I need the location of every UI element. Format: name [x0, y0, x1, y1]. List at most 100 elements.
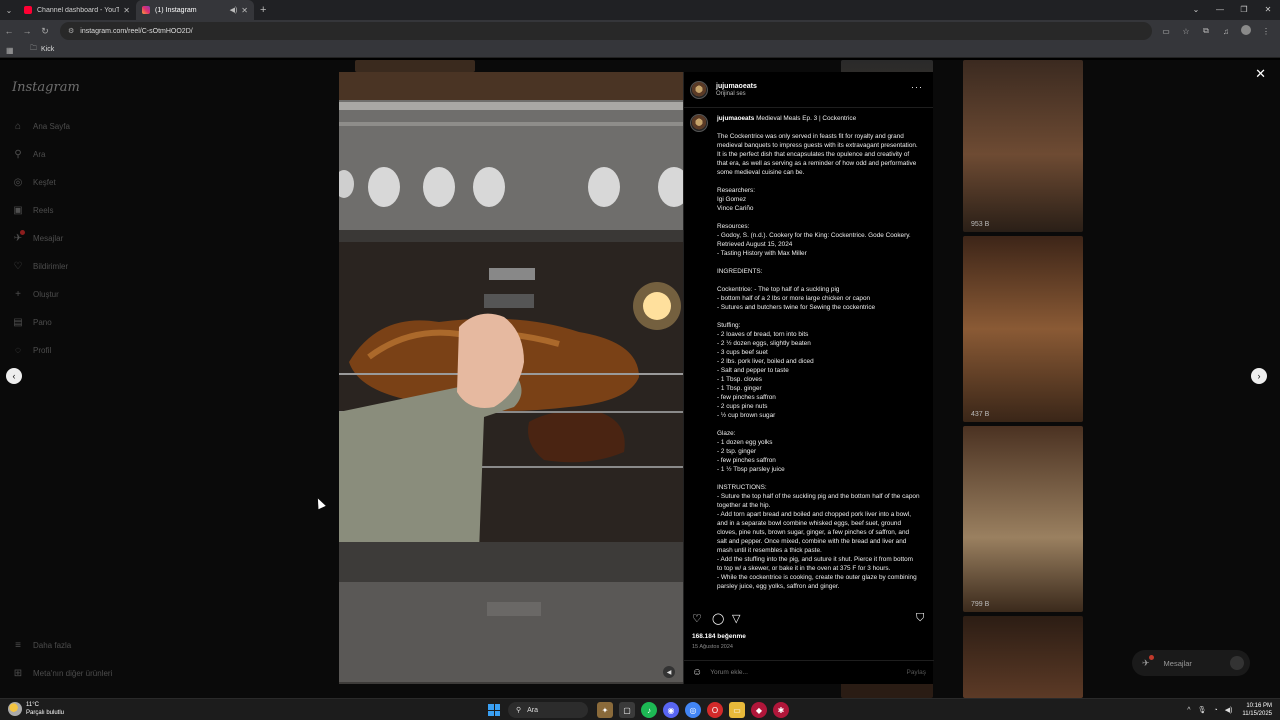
emoji-icon[interactable]: ☺ — [692, 667, 702, 678]
restore-icon[interactable]: ❐ — [1232, 0, 1256, 20]
site-info-icon[interactable]: ⚙ — [68, 27, 74, 35]
youtube-favicon-icon — [24, 6, 32, 14]
weather-widget[interactable]: 11°C Parçalı bulutlu — [8, 701, 64, 717]
file-explorer-icon[interactable]: ▭ — [729, 702, 745, 718]
tab-youtube[interactable]: Channel dashboard - YouTube ✕ — [18, 0, 136, 20]
previous-post-button[interactable]: ‹ — [6, 368, 22, 384]
comment-bar: ☺ Yorum ekle... Paylaş — [684, 660, 934, 684]
sidebar-item-explore[interactable]: ◎ Keşfet — [12, 174, 56, 190]
minimize-icon[interactable]: — — [1208, 0, 1232, 20]
caption-scroll-area[interactable]: jujumaoeats Medieval Meals Ep. 3 | Cocke… — [690, 114, 926, 604]
heart-icon: ♡ — [13, 260, 23, 272]
close-window-icon[interactable]: ✕ — [1256, 0, 1280, 20]
media-icon[interactable]: ♫ — [1216, 27, 1236, 36]
post-username[interactable]: jujumaoeats — [716, 83, 757, 90]
network-icon[interactable]: ◔ — [1213, 707, 1217, 714]
volume-icon[interactable]: ◀) — [1225, 706, 1233, 714]
background-thumb[interactable] — [963, 616, 1083, 698]
spotify-icon[interactable]: ♪ — [641, 702, 657, 718]
background-thumb[interactable]: 799 B — [963, 426, 1083, 612]
tab-close-icon[interactable]: ✕ — [241, 6, 248, 15]
windows-start-icon[interactable] — [488, 704, 500, 716]
comment-icon[interactable]: ◯ — [712, 612, 724, 625]
sidebar-item-meta[interactable]: ⊞ Meta'nın diğer ürünleri — [12, 665, 113, 681]
reel-video[interactable]: ◀ — [339, 72, 683, 684]
tab-search-chevron-icon[interactable]: ⌄ — [0, 0, 18, 20]
address-bar[interactable]: ⚙ instagram.com/reel/C-sOtmHOO2D/ — [60, 22, 1152, 40]
bookmark-kick[interactable]: Kick — [41, 46, 54, 53]
mute-toggle-icon[interactable]: ◀ — [663, 666, 675, 678]
clock[interactable]: 10:16 PM 11/15/2025 — [1242, 702, 1272, 718]
sidebar-item-reels[interactable]: ▣ Reels — [12, 202, 53, 218]
post-comment-button[interactable]: Paylaş — [906, 669, 926, 676]
discord-icon[interactable]: ◉ — [663, 702, 679, 718]
audio-label[interactable]: Orijinal ses — [716, 91, 757, 97]
view-count: 799 B — [971, 601, 990, 608]
cast-icon[interactable]: ▭ — [1156, 27, 1176, 36]
chrome-menu-icon[interactable]: ⋮ — [1256, 27, 1276, 36]
speaker-icon[interactable]: ◀) — [230, 6, 238, 14]
like-heart-icon[interactable]: ♡ — [692, 612, 702, 625]
background-thumb — [355, 60, 475, 72]
unread-badge — [1149, 655, 1154, 660]
post-header: jujumaoeats Orijinal ses ··· — [684, 72, 933, 108]
folder-icon: 🗀 — [30, 45, 37, 52]
tray-chevron-icon[interactable]: ^ — [1187, 707, 1190, 714]
app-icon[interactable]: ◆ — [751, 702, 767, 718]
tab-instagram[interactable]: (1) Instagram ◀) ✕ — [136, 0, 254, 20]
share-send-icon[interactable]: ▽ — [732, 612, 740, 625]
taskbar-search[interactable]: ⚲ Ara — [508, 702, 588, 718]
opera-icon[interactable]: O — [707, 702, 723, 718]
close-modal-icon[interactable]: ✕ — [1255, 66, 1266, 82]
extensions-icon[interactable]: ⧉ — [1196, 26, 1216, 36]
instagram-favicon-icon — [142, 6, 150, 14]
task-view-icon[interactable]: ▢ — [619, 702, 635, 718]
messages-floating-button[interactable]: ✈ Mesajlar — [1132, 650, 1250, 676]
save-bookmark-icon[interactable]: ⛉ — [916, 612, 924, 625]
tab-title: Channel dashboard - YouTube — [37, 6, 120, 14]
background-thumb[interactable]: 953 B — [963, 60, 1083, 232]
tab-list-icon[interactable]: ⌄ — [1184, 0, 1208, 20]
sidebar-item-dashboard[interactable]: ▤ Pano — [12, 314, 51, 330]
instagram-logo[interactable]: Instagram — [12, 80, 80, 95]
bookmark-star-icon[interactable]: ☆ — [1176, 27, 1196, 36]
tab-close-icon[interactable]: ✕ — [123, 6, 130, 15]
settings-app-icon[interactable]: ✱ — [773, 702, 789, 718]
comment-input[interactable]: Yorum ekle... — [710, 669, 906, 676]
sidebar-item-label: Bildirimler — [33, 261, 69, 271]
profile-avatar[interactable] — [1236, 25, 1256, 37]
sidebar-item-create[interactable]: + Oluştur — [12, 286, 59, 302]
messenger-icon: ✈ — [1142, 657, 1150, 668]
sidebar-item-home[interactable]: ⌂ Ana Sayfa — [12, 118, 70, 134]
sidebar-item-search[interactable]: ⚲ Ara — [12, 146, 45, 162]
sidebar-item-profile[interactable]: ◌ Profil — [12, 342, 51, 358]
weather-temp: 11°C — [26, 702, 39, 708]
back-icon[interactable]: ← — [0, 26, 18, 36]
post-details-panel: jujumaoeats Orijinal ses ··· jujumaoeats… — [683, 72, 934, 684]
avatar[interactable] — [690, 114, 708, 132]
caption-username[interactable]: jujumaoeats — [717, 115, 754, 122]
post-actions: ♡ ◯ ▽ ⛉ — [692, 612, 928, 628]
forward-icon[interactable]: → — [18, 26, 36, 36]
chrome-icon[interactable]: ◎ — [685, 702, 701, 718]
bookmarks-bar: ▦ 🗀 Kick — [0, 42, 1280, 58]
browser-tab-strip: ⌄ Channel dashboard - YouTube ✕ (1) Inst… — [0, 0, 1280, 20]
background-thumb[interactable]: 437 B — [963, 236, 1083, 422]
sidebar-item-more[interactable]: ≡ Daha fazla — [12, 637, 71, 653]
tab-title: (1) Instagram — [155, 6, 197, 14]
like-count[interactable]: 168.184 beğenme — [692, 633, 746, 640]
avatar[interactable] — [690, 80, 708, 99]
widgets-icon[interactable]: ✦ — [597, 702, 613, 718]
plus-icon: + — [15, 288, 21, 300]
view-count: 437 B — [971, 411, 990, 418]
sidebar-item-messages[interactable]: ✈ Mesajlar — [12, 230, 63, 246]
apps-grid-icon[interactable]: ▦ — [6, 46, 16, 55]
reload-icon[interactable]: ↻ — [36, 26, 54, 37]
microphone-icon[interactable]: 🎙 — [1198, 706, 1207, 714]
sidebar-item-label: Reels — [33, 205, 54, 215]
new-tab-icon[interactable]: + — [260, 4, 266, 16]
next-post-button[interactable]: › — [1251, 368, 1267, 384]
taskbar-apps: ⚲ Ara ✦ ▢ ♪ ◉ ◎ O ▭ ◆ ✱ — [488, 701, 792, 719]
more-options-icon[interactable]: ··· — [911, 82, 923, 92]
sidebar-item-notifications[interactable]: ♡ Bildirimler — [12, 258, 69, 274]
